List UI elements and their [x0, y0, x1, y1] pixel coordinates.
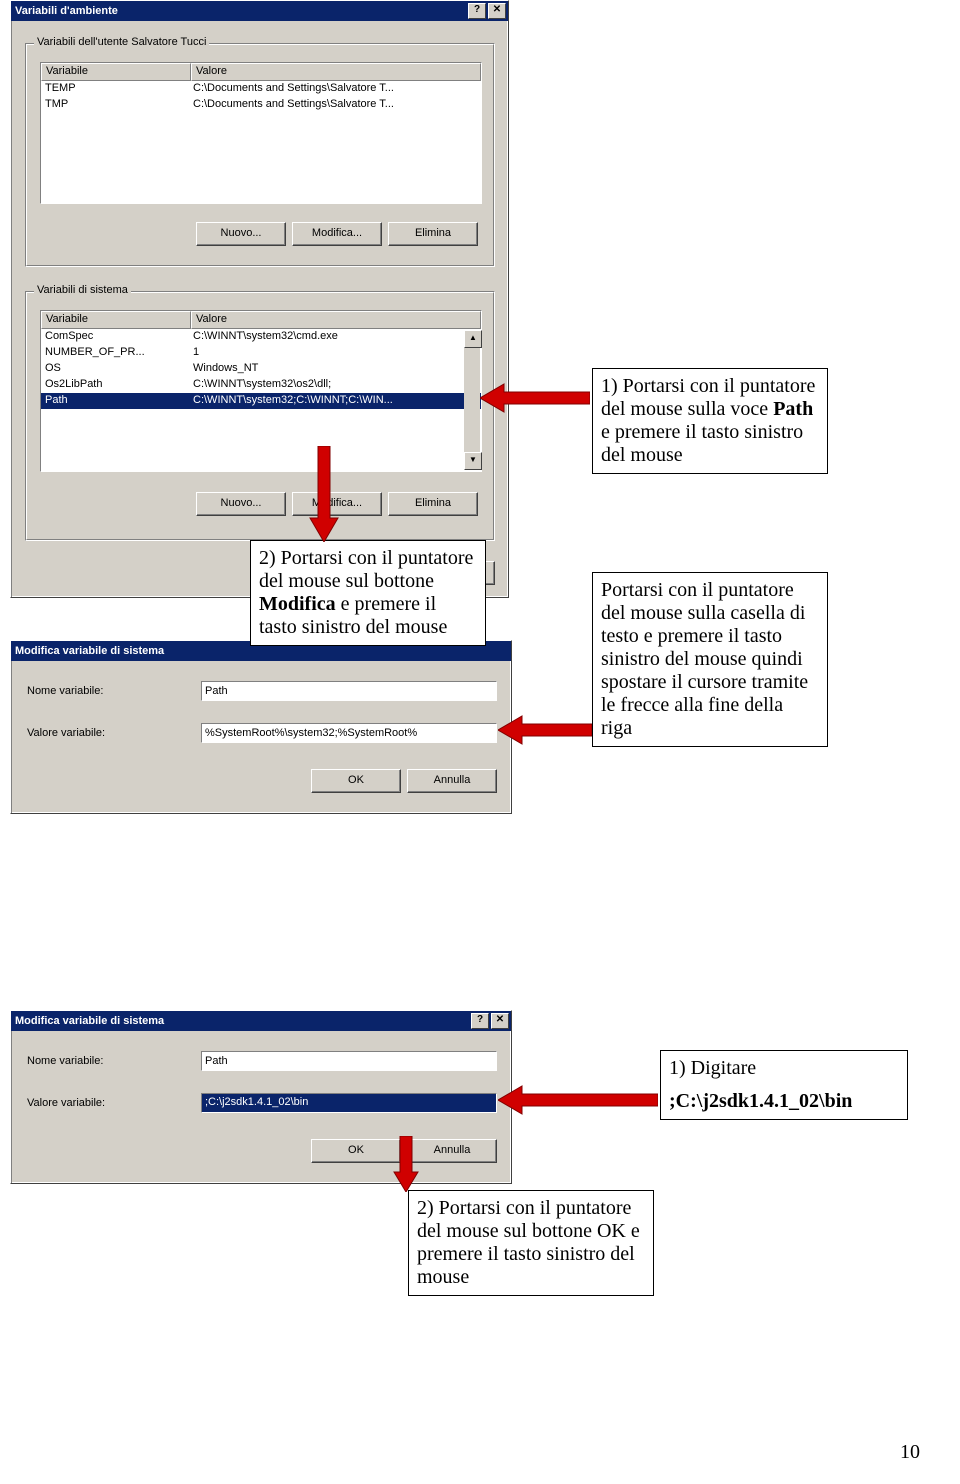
callout-1: 1) Portarsi con il puntatore del mouse s… [592, 368, 828, 474]
callout-4-line1: 1) Digitare [669, 1057, 899, 1080]
arrow-to-value-field [498, 712, 592, 748]
edit-var-dialog-2: Modifica variabile di sistema ? ✕ Nome v… [10, 1010, 512, 1184]
dialog2-title: Modifica variabile di sistema [13, 645, 509, 657]
scroll-up-icon[interactable]: ▲ [464, 330, 482, 348]
col-value[interactable]: Valore [191, 311, 481, 329]
arrow-to-value-field-2 [498, 1082, 658, 1118]
cell-val: C:\Documents and Settings\Salvatore T... [189, 97, 481, 113]
dialog1-title: Variabili d'ambiente [13, 5, 466, 17]
system-vars-list[interactable]: Variabile Valore ComSpec C:\WINNT\system… [40, 310, 482, 472]
cell-val: C:\WINNT\system32\os2\dll; [189, 377, 481, 393]
cell-val: Windows_NT [189, 361, 481, 377]
cell-var: OS [41, 361, 189, 377]
var-name-field[interactable] [201, 681, 497, 701]
dialog3-title: Modifica variabile di sistema [13, 1015, 469, 1027]
scrollbar-v[interactable]: ▲ ▼ [464, 330, 480, 470]
user-vars-groupbox: Variabili dell'utente Salvatore Tucci Va… [25, 43, 495, 267]
col-value[interactable]: Valore [191, 63, 481, 81]
var-name-field[interactable] [201, 1051, 497, 1071]
arrow-to-edit-button [306, 446, 344, 542]
arrow-to-ok-button [392, 1136, 422, 1192]
cell-var: ComSpec [41, 329, 189, 345]
dialog3-titlebar: Modifica variabile di sistema ? ✕ [11, 1011, 511, 1031]
cell-var: Os2LibPath [41, 377, 189, 393]
user-new-button[interactable]: Nuovo... [196, 222, 286, 246]
system-delete-button[interactable]: Elimina [388, 492, 478, 516]
user-vars-group-label: Variabili dell'utente Salvatore Tucci [34, 36, 209, 48]
env-vars-dialog: Variabili d'ambiente ? ✕ Variabili dell'… [10, 0, 509, 598]
var-name-label: Nome variabile: [27, 1055, 103, 1067]
cell-var: NUMBER_OF_PR... [41, 345, 189, 361]
user-edit-button[interactable]: Modifica... [292, 222, 382, 246]
user-delete-button[interactable]: Elimina [388, 222, 478, 246]
var-value-label: Valore variabile: [27, 1097, 105, 1109]
callout-5: 2) Portarsi con il puntatore del mouse s… [408, 1190, 654, 1296]
dialog2-ok-button[interactable]: OK [311, 769, 401, 793]
list-item[interactable]: TMP C:\Documents and Settings\Salvatore … [41, 97, 481, 113]
callout-2: 2) Portarsi con il puntatore del mouse s… [250, 540, 486, 646]
list-item[interactable]: NUMBER_OF_PR... 1 [41, 345, 481, 361]
col-variable[interactable]: Variabile [41, 63, 191, 81]
cell-val: C:\Documents and Settings\Salvatore T... [189, 81, 481, 97]
cell-var: TEMP [41, 81, 189, 97]
var-value-field[interactable] [201, 723, 497, 743]
list-item[interactable]: Os2LibPath C:\WINNT\system32\os2\dll; [41, 377, 481, 393]
system-new-button[interactable]: Nuovo... [196, 492, 286, 516]
dialog3-ok-button[interactable]: OK [311, 1139, 401, 1163]
col-variable[interactable]: Variabile [41, 311, 191, 329]
system-vars-groupbox: Variabili di sistema Variabile Valore Co… [25, 291, 495, 541]
close-button[interactable]: ✕ [491, 1013, 509, 1029]
user-vars-list[interactable]: Variabile Valore TEMP C:\Documents and S… [40, 62, 482, 204]
cell-val: C:\WINNT\system32\cmd.exe [189, 329, 481, 345]
cell-var: TMP [41, 97, 189, 113]
cell-val: C:\WINNT\system32;C:\WINNT;C:\WIN... [189, 393, 481, 409]
list-item-selected-path[interactable]: Path C:\WINNT\system32;C:\WINNT;C:\WIN..… [41, 393, 481, 409]
list-header: Variabile Valore [41, 311, 481, 329]
cell-val: 1 [189, 345, 481, 361]
list-item[interactable]: ComSpec C:\WINNT\system32\cmd.exe [41, 329, 481, 345]
var-value-field[interactable]: ;C:\j2sdk1.4.1_02\bin [201, 1093, 497, 1113]
arrow-to-path-row [480, 380, 590, 418]
page-number: 10 [900, 1441, 920, 1464]
dialog1-titlebar: Variabili d'ambiente ? ✕ [11, 1, 508, 21]
system-vars-group-label: Variabili di sistema [34, 284, 131, 296]
help-button[interactable]: ? [468, 3, 486, 19]
list-item[interactable]: OS Windows_NT [41, 361, 481, 377]
close-button[interactable]: ✕ [488, 3, 506, 19]
scroll-down-icon[interactable]: ▼ [464, 452, 482, 470]
callout-3: Portarsi con il puntatore del mouse sull… [592, 572, 828, 747]
callout-4-line2: ;C:\j2sdk1.4.1_02\bin [669, 1090, 852, 1112]
var-name-label: Nome variabile: [27, 685, 103, 697]
help-button[interactable]: ? [471, 1013, 489, 1029]
list-item[interactable]: TEMP C:\Documents and Settings\Salvatore… [41, 81, 481, 97]
edit-var-dialog-1: Modifica variabile di sistema Nome varia… [10, 640, 512, 814]
cell-var: Path [41, 393, 189, 409]
list-header: Variabile Valore [41, 63, 481, 81]
dialog2-cancel-button[interactable]: Annulla [407, 769, 497, 793]
var-value-label: Valore variabile: [27, 727, 105, 739]
callout-4: 1) Digitare ;C:\j2sdk1.4.1_02\bin [660, 1050, 908, 1120]
